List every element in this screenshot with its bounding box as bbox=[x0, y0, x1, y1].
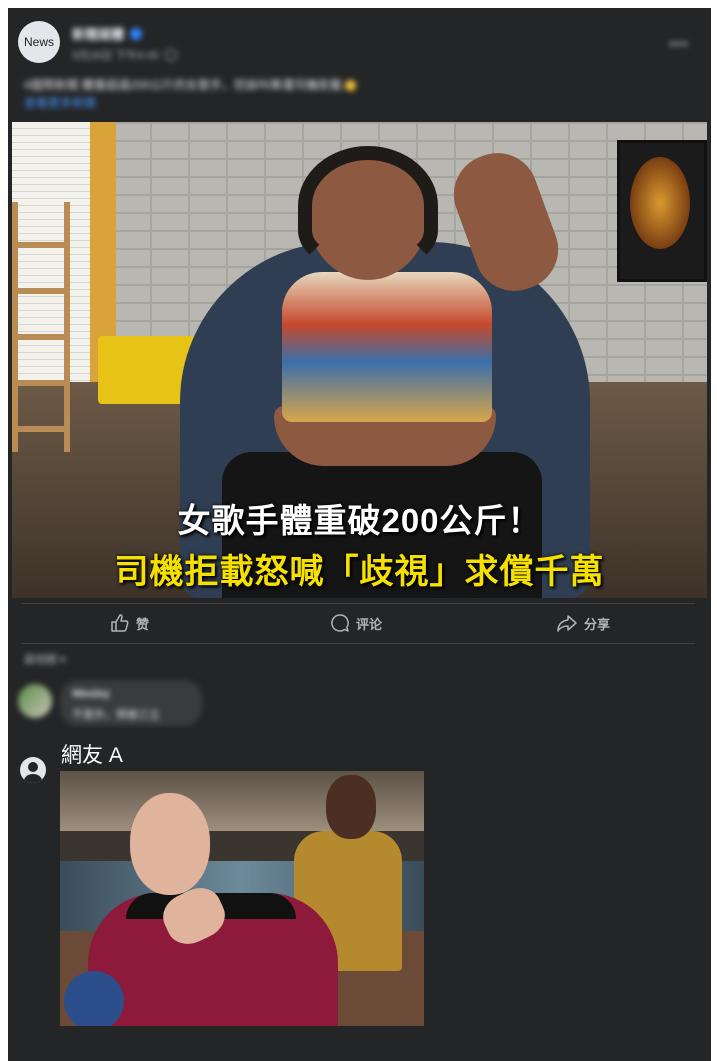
reply-author-name[interactable]: 網友 A bbox=[61, 739, 123, 769]
comment-button[interactable]: 评论 bbox=[330, 612, 382, 634]
post-body: #國際新聞 體重超過200公斤的女歌手，控訴叫車遭司機拒載 bbox=[24, 78, 343, 92]
post-image[interactable]: 女歌手體重破200公斤！ 司機拒載怒喊「歧視」求償千萬 bbox=[12, 122, 707, 598]
image-caption-line1: 女歌手體重破200公斤！ bbox=[177, 502, 542, 539]
user-icon-head bbox=[28, 762, 38, 772]
emoji-icon bbox=[345, 80, 357, 92]
lion-figure bbox=[630, 157, 690, 249]
more-options-icon[interactable]: ••• bbox=[669, 36, 689, 54]
comment-label: 评论 bbox=[356, 616, 383, 632]
thumbs-up-icon bbox=[111, 614, 129, 632]
lion-painting bbox=[617, 140, 707, 282]
post-meta: 5月26日 下午6:45 bbox=[72, 47, 177, 63]
like-label: 赞 bbox=[136, 616, 150, 632]
avatar-label: News bbox=[23, 35, 54, 49]
globe-icon bbox=[164, 49, 177, 61]
page-avatar[interactable]: News bbox=[18, 21, 60, 63]
divider-top bbox=[22, 603, 695, 604]
post-link[interactable]: 查看更多新聞 bbox=[24, 94, 96, 111]
comment-bubble: Wesley 不意外，想被三立 bbox=[60, 680, 202, 726]
like-button[interactable]: 赞 bbox=[110, 612, 149, 634]
commenter-name[interactable]: Wesley bbox=[72, 688, 110, 700]
worf-head bbox=[326, 775, 376, 839]
picard-head bbox=[130, 793, 210, 895]
comment-icon bbox=[331, 614, 349, 632]
commenter-avatar[interactable] bbox=[18, 684, 52, 718]
printed-top bbox=[282, 272, 492, 422]
post-timestamp[interactable]: 5月26日 下午6:45 bbox=[72, 47, 159, 63]
post-text: #國際新聞 體重超過200公斤的女歌手，控訴叫車遭司機拒載 bbox=[24, 76, 674, 94]
page-name-text[interactable]: 新聞媒體 bbox=[72, 24, 124, 43]
user-icon-body bbox=[24, 774, 42, 783]
share-button[interactable]: 分享 bbox=[556, 612, 610, 634]
comment-sort-dropdown[interactable]: 最相關 ▾ bbox=[24, 651, 66, 667]
share-label: 分享 bbox=[584, 616, 611, 632]
verified-badge-icon bbox=[130, 27, 143, 40]
share-icon bbox=[557, 615, 577, 632]
divider-bottom bbox=[22, 643, 695, 644]
comment-text: 不意外，想被三立 bbox=[72, 709, 160, 721]
crew-member bbox=[64, 971, 124, 1026]
image-caption-line2: 司機拒載怒喊「歧視」求償千萬 bbox=[114, 553, 605, 591]
meme-image[interactable] bbox=[60, 771, 424, 1026]
user-avatar-icon[interactable] bbox=[20, 757, 46, 783]
singer-hair bbox=[298, 146, 438, 266]
page-name[interactable]: 新聞媒體 bbox=[72, 24, 143, 43]
ladder bbox=[12, 202, 70, 452]
